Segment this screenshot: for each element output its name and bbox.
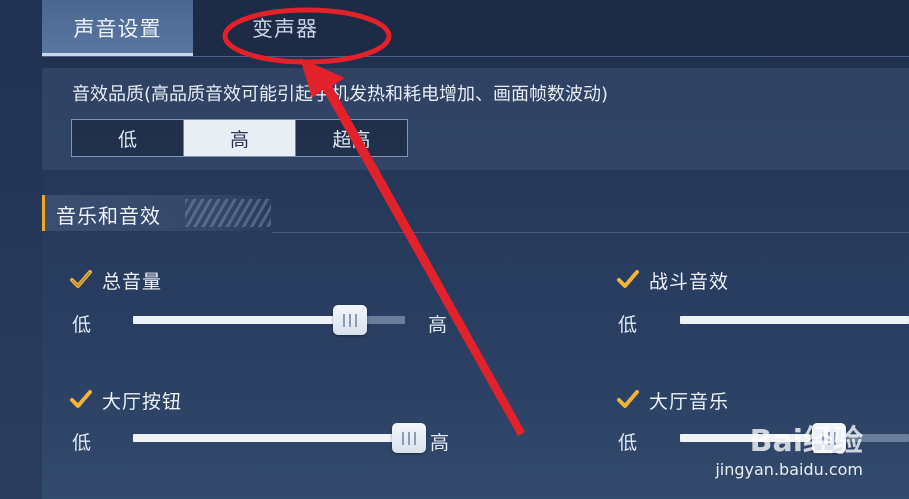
tab-sound-settings[interactable]: 声音设置: [42, 0, 193, 56]
watermark: Bai经验 jingyan.baidu.com: [715, 416, 863, 479]
tab-voice-changer[interactable]: 变声器: [220, 0, 350, 56]
lobby-music-label: 大厅音乐: [649, 391, 730, 413]
lobby-button-high-label: 高: [430, 432, 450, 454]
section-title: 音乐和音效: [56, 204, 161, 228]
combat-sfx-checkbox-icon[interactable]: [617, 268, 639, 290]
lobby-music-low-label: 低: [618, 432, 638, 454]
master-volume-low-label: 低: [72, 314, 92, 336]
quality-option-ultra[interactable]: 超高: [296, 120, 407, 156]
master-volume-track-filled: [133, 316, 353, 324]
master-volume-high-label: 高: [428, 314, 448, 336]
lobby-button-low-label: 低: [72, 432, 92, 454]
master-volume-slider-thumb[interactable]: [333, 305, 367, 335]
left-margin: [0, 0, 42, 499]
combat-sfx-track-filled[interactable]: [680, 316, 909, 324]
lobby-music-checkbox-icon[interactable]: [617, 388, 639, 410]
lobby-button-label: 大厅按钮: [102, 391, 183, 413]
master-volume-label: 总音量: [102, 271, 163, 293]
combat-sfx-low-label: 低: [618, 314, 638, 336]
watermark-logo: Bai经验: [749, 424, 863, 459]
section-header-stripes: [185, 199, 271, 227]
lobby-button-checkbox-icon[interactable]: [70, 388, 92, 410]
lobby-button-track-filled: [133, 434, 409, 442]
watermark-url: jingyan.baidu.com: [715, 460, 863, 479]
quality-option-low[interactable]: 低: [72, 120, 184, 156]
quality-label: 音效品质(高品质音效可能引起手机发热和耗电增加、画面帧数波动): [72, 84, 609, 105]
quality-option-high[interactable]: 高: [184, 120, 296, 156]
combat-sfx-label: 战斗音效: [649, 271, 730, 293]
quality-segmented-control: 低 高 超高: [71, 119, 408, 157]
section-divider: [272, 232, 909, 233]
master-volume-checkbox-icon[interactable]: [70, 268, 92, 290]
lobby-button-slider-thumb[interactable]: [392, 423, 426, 453]
